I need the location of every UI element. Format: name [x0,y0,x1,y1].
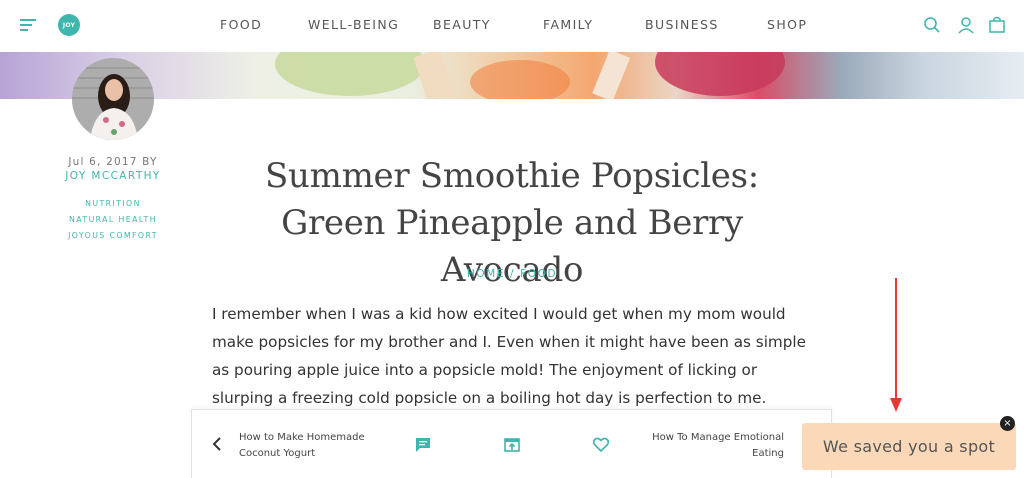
annotation-arrow [890,278,902,412]
article-meta: Jul 6, 2017 BY JOY MCCARTHY NUTRITION NA… [50,156,176,244]
article-body: I remember when I was a kid how excited … [212,305,806,407]
main-nav: FOOD WELL-BEING BEAUTY FAMILY BUSINESS S… [0,17,1024,33]
breadcrumb-home[interactable]: HOME [467,268,505,280]
heart-icon[interactable] [592,436,610,454]
site-header: JOY FOOD WELL-BEING BEAUTY FAMILY BUSINE… [0,0,1024,52]
saved-spot-toast[interactable]: We saved you a spot [802,423,1016,470]
nav-beauty[interactable]: BEAUTY [433,17,491,32]
tag-natural-health[interactable]: NATURAL HEALTH [50,212,176,228]
comment-icon[interactable] [414,436,432,454]
article-footer-nav: How to Make Homemade Coconut Yogurt How … [191,409,832,478]
breadcrumb-separator: / [510,268,516,280]
cart-icon[interactable] [987,15,1007,35]
tag-list: NUTRITION NATURAL HEALTH JOYOUS COMFORT [50,196,176,244]
close-icon[interactable]: × [1000,416,1015,431]
tag-joyous-comfort[interactable]: JOYOUS COMFORT [50,228,176,244]
nav-shop[interactable]: SHOP [767,17,807,32]
next-article-link[interactable]: How To Manage Emotional Eating [634,430,784,462]
nav-well-being[interactable]: WELL-BEING [308,17,399,32]
breadcrumb: HOME / FOOD [212,268,812,280]
share-icon[interactable] [503,436,521,454]
account-icon[interactable] [956,15,976,35]
nav-food[interactable]: FOOD [220,17,262,32]
search-icon[interactable] [922,15,942,35]
author-avatar[interactable] [72,58,154,140]
nav-family[interactable]: FAMILY [543,17,593,32]
author-link[interactable]: JOY MCCARTHY [50,170,176,182]
breadcrumb-food[interactable]: FOOD [520,268,557,280]
chevron-left-icon[interactable] [210,436,224,452]
prev-article-link[interactable]: How to Make Homemade Coconut Yogurt [239,430,389,462]
nav-business[interactable]: BUSINESS [645,17,719,32]
hero-image [0,52,1024,99]
tag-nutrition[interactable]: NUTRITION [50,196,176,212]
publish-date: Jul 6, 2017 BY [68,156,158,168]
